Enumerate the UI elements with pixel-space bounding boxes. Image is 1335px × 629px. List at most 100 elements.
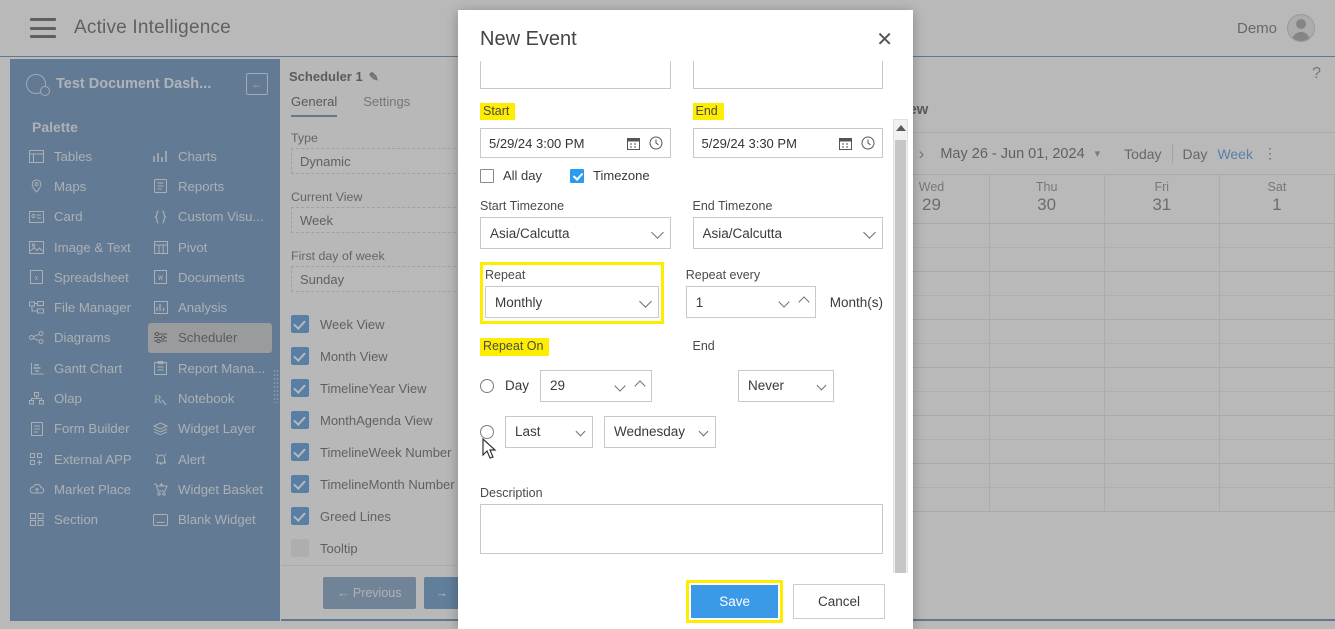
next-button[interactable]: → [423, 576, 460, 609]
settings-field-value[interactable]: Sunday [291, 266, 481, 292]
settings-checkbox-row[interactable]: TimelineYear View [291, 372, 463, 404]
palette-item-diagrams[interactable]: Diagrams [24, 323, 148, 353]
settings-checkbox-row[interactable]: MonthAgenda View [291, 404, 463, 436]
chevron-up-icon[interactable] [634, 380, 646, 392]
calendar-cell[interactable] [1219, 464, 1335, 512]
help-question-icon[interactable]: ? [1312, 65, 1321, 83]
settings-checkbox[interactable] [291, 539, 309, 557]
palette-item-olap[interactable]: Olap [24, 383, 148, 413]
all-day-checkbox[interactable]: All day [480, 168, 542, 183]
palette-item-charts[interactable]: Charts [148, 141, 272, 171]
chevron-down-icon[interactable]: ▾ [1095, 147, 1101, 160]
user-avatar-icon[interactable] [1287, 14, 1315, 42]
previous-button[interactable]: ← Previous [322, 576, 416, 609]
calendar-cell[interactable] [1104, 272, 1220, 320]
title-input[interactable] [480, 61, 671, 89]
calendar-cell[interactable] [1219, 416, 1335, 464]
palette-item-form-builder[interactable]: Form Builder [24, 414, 148, 444]
chevron-down-icon[interactable] [614, 380, 626, 392]
calendar-date-range[interactable]: May 26 - Jun 01, 2024 [940, 146, 1084, 162]
settings-checkbox[interactable] [291, 315, 309, 333]
settings-checkbox-row[interactable]: Greed Lines [291, 500, 463, 532]
settings-checkbox[interactable] [291, 411, 309, 429]
palette-item-reports[interactable]: Reports [148, 171, 272, 201]
calendar-cell[interactable] [1104, 320, 1220, 368]
calendar-cell[interactable] [1219, 272, 1335, 320]
calendar-cell[interactable] [989, 272, 1105, 320]
calendar-cell[interactable] [1219, 368, 1335, 416]
palette-item-section[interactable]: Section [24, 505, 148, 535]
description-textarea[interactable] [480, 503, 883, 554]
settings-checkbox-row[interactable]: Week View [291, 308, 463, 340]
palette-resize-handle[interactable] [273, 369, 279, 403]
repeat-select[interactable]: Monthly [485, 286, 659, 319]
tab-settings[interactable]: Settings [363, 94, 410, 117]
calendar-day-header[interactable]: Sat 1 [1220, 175, 1335, 223]
chevron-down-icon[interactable] [778, 296, 790, 309]
palette-item-documents[interactable]: W Documents [148, 262, 272, 292]
palette-item-alert[interactable]: Alert [148, 444, 272, 474]
palette-item-notebook[interactable]: R Notebook [148, 383, 272, 413]
start-timezone-select[interactable]: Asia/Calcutta [480, 217, 671, 250]
palette-item-report-mana[interactable]: Report Mana... [148, 353, 272, 383]
settings-field-value[interactable]: Week [291, 207, 481, 233]
today-button[interactable]: Today [1124, 146, 1161, 162]
close-x-icon[interactable]: ✕ [876, 30, 893, 50]
more-vertical-icon[interactable]: ⋮ [1263, 145, 1278, 162]
palette-item-scheduler[interactable]: Scheduler [148, 322, 272, 354]
palette-item-blank-widget[interactable]: Blank Widget [148, 505, 272, 535]
hamburger-icon[interactable] [30, 18, 56, 38]
palette-item-image-text[interactable]: Image & Text [24, 232, 148, 262]
calendar-day-header[interactable]: Fri 31 [1105, 175, 1220, 223]
collapse-left-icon[interactable]: ← [246, 73, 268, 95]
settings-checkbox[interactable] [291, 475, 309, 493]
calendar-cell[interactable] [989, 464, 1105, 512]
edit-pencil-icon[interactable]: ✎ [369, 70, 379, 84]
settings-checkbox-row[interactable]: TimelineWeek Number [291, 436, 463, 468]
settings-checkbox-row[interactable]: Tooltip [291, 532, 463, 564]
end-recurrence-select[interactable]: Never [738, 369, 834, 402]
calendar-cell[interactable] [1104, 224, 1220, 272]
palette-item-market-place[interactable]: Market Place [24, 474, 148, 504]
calendar-cell[interactable] [1219, 224, 1335, 272]
palette-item-card[interactable]: Card [24, 202, 148, 232]
clock-icon[interactable] [861, 136, 875, 150]
save-button[interactable]: Save [691, 584, 778, 618]
calendar-cell[interactable] [989, 224, 1105, 272]
settings-checkbox[interactable] [291, 347, 309, 365]
location-input[interactable] [692, 61, 883, 89]
calendar-cell[interactable] [1219, 320, 1335, 368]
calendar-cell[interactable] [1104, 368, 1220, 416]
tab-general[interactable]: General [291, 94, 338, 117]
dialog-scrollbar[interactable] [893, 119, 908, 573]
weekday-select[interactable]: Wednesday [604, 415, 716, 448]
clock-icon[interactable] [649, 136, 663, 150]
palette-item-pivot[interactable]: Pivot [148, 232, 272, 262]
chevron-right-icon[interactable]: › [913, 144, 931, 164]
cancel-button[interactable]: Cancel [792, 583, 885, 619]
settings-field-value[interactable]: Dynamic [291, 148, 481, 174]
palette-item-maps[interactable]: Maps [24, 171, 148, 201]
settings-checkbox-row[interactable]: TimelineMonth Number [291, 468, 463, 500]
calendar-cell[interactable] [989, 416, 1105, 464]
end-timezone-select[interactable]: Asia/Calcutta [692, 217, 883, 250]
palette-item-spreadsheet[interactable]: x Spreadsheet [24, 262, 148, 292]
calendar-icon[interactable] [626, 137, 640, 150]
settings-checkbox[interactable] [291, 379, 309, 397]
palette-item-custom-visu[interactable]: Custom Visu... [148, 202, 272, 232]
week-view-button[interactable]: Week [1217, 146, 1253, 162]
palette-item-tables[interactable]: Tables [24, 141, 148, 171]
palette-item-widget-layer[interactable]: Widget Layer [148, 414, 272, 444]
settings-checkbox[interactable] [291, 443, 309, 461]
day-radio[interactable] [480, 378, 494, 393]
calendar-cell[interactable] [989, 320, 1105, 368]
scrollbar-thumb[interactable] [895, 140, 906, 573]
week-radio[interactable] [480, 424, 494, 439]
palette-item-file-manager[interactable]: File Manager [24, 292, 148, 322]
palette-item-widget-basket[interactable]: Widget Basket [148, 474, 272, 504]
palette-item-analysis[interactable]: Analysis [148, 292, 272, 322]
ordinal-select[interactable]: Last [505, 415, 593, 448]
calendar-icon[interactable] [839, 137, 852, 150]
calendar-cell[interactable] [1104, 416, 1220, 464]
calendar-cell[interactable] [1104, 464, 1220, 512]
